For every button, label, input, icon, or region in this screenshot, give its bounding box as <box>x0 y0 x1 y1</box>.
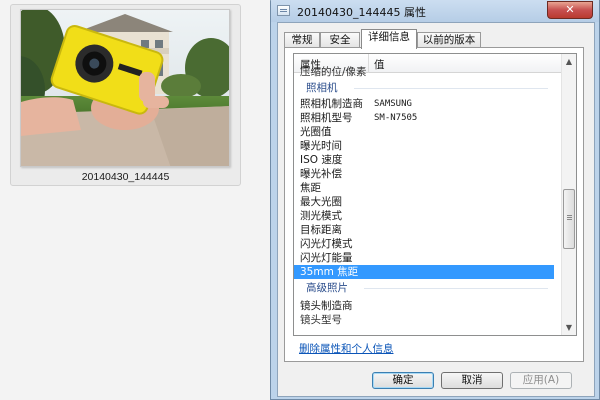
property-name: ISO 速度 <box>300 154 343 166</box>
tab-previous-versions[interactable]: 以前的版本 <box>417 32 481 48</box>
property-name: 目标距离 <box>300 224 342 236</box>
list-item[interactable]: 压缩的位/像素 <box>294 65 554 79</box>
list-item[interactable]: 镜头制造商 <box>294 299 554 313</box>
group-header-advanced-photo[interactable]: 高级照片 <box>294 281 554 295</box>
property-name: 测光模式 <box>300 210 342 222</box>
tab-general[interactable]: 常规 <box>284 32 320 48</box>
list-item[interactable]: 曝光补偿 <box>294 167 554 181</box>
group-label: 照相机 <box>306 82 338 94</box>
property-name: 最大光圈 <box>300 196 342 208</box>
list-item[interactable]: 闪光灯能量 <box>294 251 554 265</box>
list-item[interactable]: 焦距 <box>294 181 554 195</box>
property-value: SM-N7505 <box>374 113 418 123</box>
tab-security[interactable]: 安全 <box>320 32 360 48</box>
scrollbar-thumb[interactable] <box>563 189 575 249</box>
group-label: 高级照片 <box>306 282 348 294</box>
close-button[interactable]: ✕ <box>547 1 593 19</box>
group-divider <box>364 288 548 289</box>
property-name: 闪光灯模式 <box>300 238 353 250</box>
list-item[interactable]: 测光模式 <box>294 209 554 223</box>
ok-button[interactable]: 确定 <box>372 372 434 389</box>
scroll-up-arrow-icon[interactable]: ▲ <box>562 54 576 69</box>
details-panel: 属性 值 压缩的位/像素 照相机 照相机制造商 SAMSUNG 照相机型号 SM… <box>284 47 584 362</box>
property-name: 光圈值 <box>300 126 332 138</box>
list-item[interactable]: 照相机型号 SM-N7505 <box>294 111 554 125</box>
property-name: 焦距 <box>300 182 321 194</box>
property-name: 镜头制造商 <box>300 300 353 312</box>
properties-dialog: 20140430_144445 属性 ✕ 常规 安全 详细信息 以前的版本 属性… <box>270 0 600 400</box>
photo-thumbnail[interactable] <box>20 9 230 167</box>
list-body: 压缩的位/像素 照相机 照相机制造商 SAMSUNG 照相机型号 SM-N750… <box>294 66 562 335</box>
remove-properties-link[interactable]: 删除属性和个人信息 <box>299 341 394 356</box>
properties-list[interactable]: 属性 值 压缩的位/像素 照相机 照相机制造商 SAMSUNG 照相机型号 SM… <box>293 53 577 336</box>
cancel-button[interactable]: 取消 <box>441 372 503 389</box>
property-name: 曝光时间 <box>300 140 342 152</box>
property-name: 照相机型号 <box>300 112 353 124</box>
list-item[interactable]: 曝光时间 <box>294 139 554 153</box>
tab-details[interactable]: 详细信息 <box>361 29 417 49</box>
title-bar[interactable]: 20140430_144445 属性 ✕ <box>271 0 599 22</box>
group-divider <box>354 88 548 89</box>
group-header-camera[interactable]: 照相机 <box>294 81 554 95</box>
property-name: 照相机制造商 <box>300 98 363 110</box>
property-name: 35mm 焦距 <box>300 266 359 278</box>
thumbnail-item[interactable]: 20140430_144445 <box>10 4 241 186</box>
list-item[interactable]: ISO 速度 <box>294 153 554 167</box>
list-item[interactable]: 照相机制造商 SAMSUNG <box>294 97 554 111</box>
list-item[interactable]: 镜头型号 <box>294 313 554 327</box>
file-properties-icon <box>277 5 290 16</box>
list-item-selected[interactable]: 35mm 焦距 <box>294 265 554 279</box>
list-item[interactable]: 闪光灯模式 <box>294 237 554 251</box>
property-name: 压缩的位/像素 <box>300 66 367 78</box>
property-name: 闪光灯能量 <box>300 252 353 264</box>
thumbnail-filename: 20140430_144445 <box>81 171 170 183</box>
list-item[interactable]: 目标距离 <box>294 223 554 237</box>
photo-image <box>21 10 229 166</box>
vertical-scrollbar[interactable]: ▲ ▼ <box>561 54 576 335</box>
apply-button[interactable]: 应用(A) <box>510 372 572 389</box>
dialog-client-area: 常规 安全 详细信息 以前的版本 属性 值 压缩的位/像素 照相机 照相机制造商… <box>277 22 595 397</box>
property-name: 镜头型号 <box>300 314 342 326</box>
list-item[interactable]: 最大光圈 <box>294 195 554 209</box>
dialog-title: 20140430_144445 属性 <box>297 6 426 19</box>
scroll-down-arrow-icon[interactable]: ▼ <box>562 320 576 335</box>
property-name: 曝光补偿 <box>300 168 342 180</box>
list-item[interactable]: 光圈值 <box>294 125 554 139</box>
property-value: SAMSUNG <box>374 99 412 109</box>
